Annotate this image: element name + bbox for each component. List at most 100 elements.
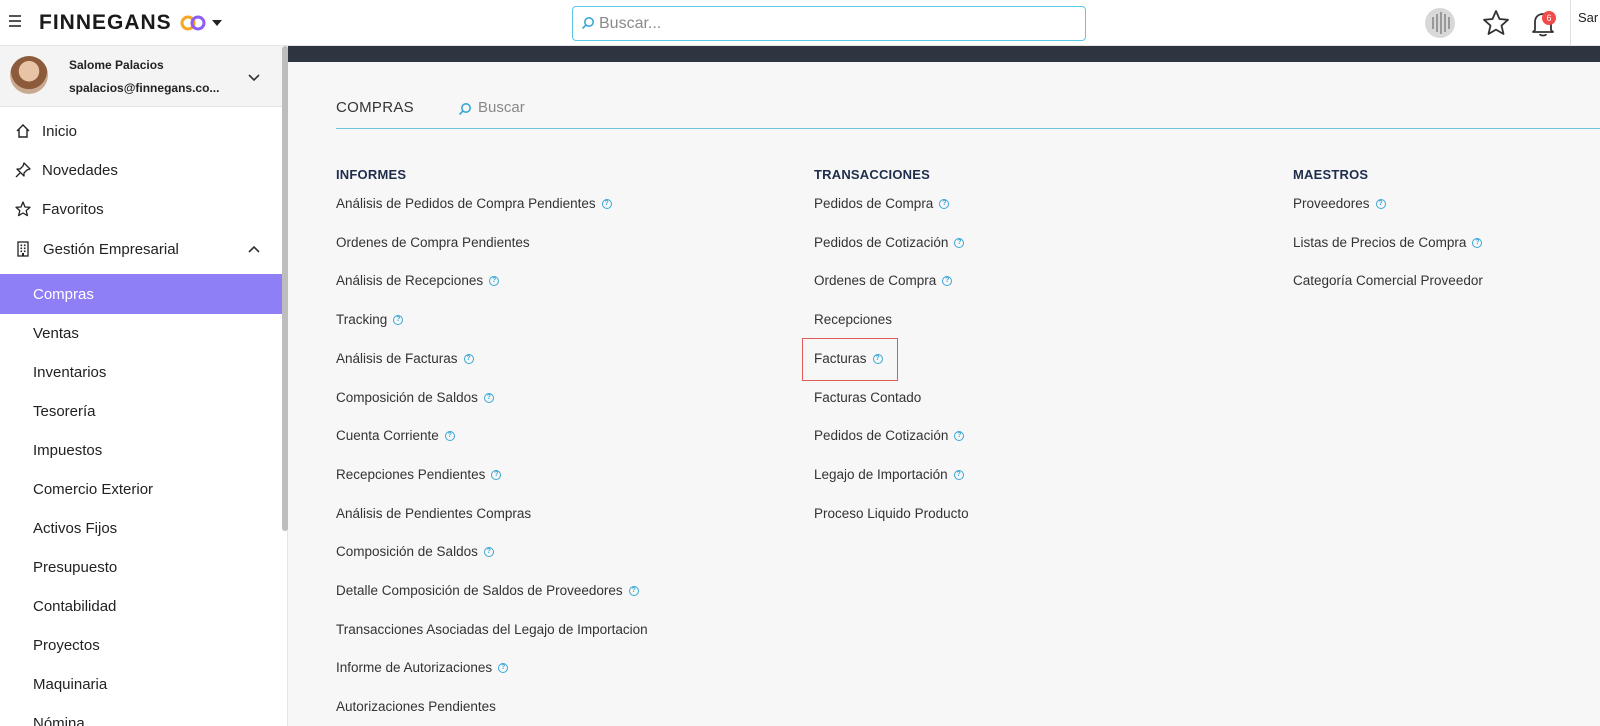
search-icon[interactable]	[458, 102, 472, 116]
transacciones-link[interactable]: Pedidos de Compra?	[814, 196, 950, 211]
sidebar-module-compras[interactable]: Compras	[0, 274, 282, 314]
informes-link[interactable]: Tracking?	[336, 312, 404, 327]
link-label: Facturas Contado	[814, 390, 922, 405]
informes-link[interactable]: Detalle Composición de Saldos de Proveed…	[336, 583, 639, 598]
informes-link[interactable]: Análisis de Pedidos de Compra Pendientes…	[336, 196, 612, 211]
module-label: Proyectos	[33, 636, 100, 654]
sidebar-item-inicio[interactable]: Inicio	[0, 111, 282, 151]
module-label: Comercio Exterior	[33, 480, 154, 498]
transacciones-link[interactable]: Pedidos de Cotización?	[814, 428, 965, 443]
brand-logo[interactable]: FINNEGANS	[39, 11, 172, 35]
hamburger-menu-icon[interactable]	[9, 15, 21, 27]
help-icon[interactable]: ?	[628, 585, 639, 596]
informes-link[interactable]: Análisis de Facturas?	[336, 351, 474, 366]
sidebar-module-impuestos[interactable]: Impuestos	[0, 430, 282, 470]
section-title: COMPRAS	[336, 99, 414, 116]
module-label: Tesorería	[33, 402, 96, 420]
transacciones-link[interactable]: Legajo de Importación?	[814, 467, 964, 482]
link-label: Análisis de Recepciones	[336, 273, 484, 288]
sidebar-module-presupuesto[interactable]: Presupuesto	[0, 547, 282, 587]
module-label: Impuestos	[33, 441, 103, 459]
link-label: Tracking	[336, 312, 388, 327]
help-icon[interactable]: ?	[1472, 237, 1483, 248]
sidebar-module-inventarios[interactable]: Inventarios	[0, 352, 282, 392]
building-icon	[17, 241, 29, 257]
link-label: Pedidos de Cotización	[814, 428, 949, 443]
help-icon[interactable]: ?	[444, 430, 455, 441]
informes-link[interactable]: Análisis de Pendientes Compras	[336, 506, 531, 521]
transacciones-link[interactable]: Pedidos de Cotización?	[814, 235, 965, 250]
help-icon[interactable]: ?	[942, 275, 953, 286]
global-search[interactable]	[572, 6, 1086, 41]
module-label: Nómina	[33, 714, 85, 726]
sidebar-module-comercio-exterior[interactable]: Comercio Exterior	[0, 469, 282, 509]
user-menu-label[interactable]: Sar	[1578, 10, 1598, 25]
maestros-link[interactable]: Listas de Precios de Compra?	[1293, 235, 1483, 250]
informes-link[interactable]: Composición de Saldos?	[336, 390, 494, 405]
help-icon[interactable]: ?	[483, 392, 494, 403]
informes-link[interactable]: Transacciones Asociadas del Legajo de Im…	[336, 622, 648, 637]
help-icon[interactable]: ?	[954, 430, 965, 441]
link-label: Proveedores	[1293, 196, 1370, 211]
column-heading-maestros: MAESTROS	[1293, 167, 1369, 182]
help-icon[interactable]: ?	[953, 469, 964, 480]
favorites-star-icon[interactable]	[1482, 9, 1510, 37]
help-icon[interactable]: ?	[939, 198, 950, 209]
transacciones-link[interactable]: Recepciones	[814, 312, 892, 327]
help-icon[interactable]: ?	[393, 314, 404, 325]
informes-link[interactable]: Autorizaciones Pendientes	[336, 699, 496, 714]
informes-link[interactable]: Recepciones Pendientes?	[336, 467, 502, 482]
header-band	[288, 46, 1600, 62]
informes-link[interactable]: Informe de Autorizaciones?	[336, 660, 509, 675]
maestros-link[interactable]: Proveedores?	[1293, 196, 1386, 211]
link-label: Recepciones Pendientes	[336, 467, 486, 482]
star-icon	[15, 201, 31, 217]
link-label: Pedidos de Compra	[814, 196, 934, 211]
sidebar-item-favoritos[interactable]: Favoritos	[0, 189, 282, 229]
link-label: Ordenes de Compra	[814, 273, 937, 288]
help-icon[interactable]: ?	[1375, 198, 1386, 209]
voice-assistant-icon[interactable]	[1424, 7, 1456, 39]
chevron-up-icon[interactable]	[248, 245, 260, 253]
link-label: Análisis de Pendientes Compras	[336, 506, 532, 521]
link-label: Legajo de Importación	[814, 467, 948, 482]
informes-link[interactable]: Análisis de Recepciones?	[336, 273, 500, 288]
sidebar-item-novedades[interactable]: Novedades	[0, 150, 282, 190]
help-icon[interactable]: ?	[954, 237, 965, 248]
informes-link[interactable]: Composición de Saldos?	[336, 544, 494, 559]
brand-dropdown-caret-icon[interactable]	[212, 20, 222, 26]
sidebar-module-contabilidad[interactable]: Contabilidad	[0, 586, 282, 626]
avatar	[10, 56, 48, 94]
help-icon[interactable]: ?	[491, 469, 502, 480]
transacciones-link[interactable]: Proceso Liquido Producto	[814, 506, 969, 521]
help-icon[interactable]: ?	[483, 546, 494, 557]
transacciones-link[interactable]: Facturas Contado	[814, 390, 921, 405]
maestros-link[interactable]: Categoría Comercial Proveedor	[1293, 273, 1483, 288]
sidebar-module-tesoreria[interactable]: Tesorería	[0, 391, 282, 431]
section-search-input[interactable]: Buscar	[478, 99, 525, 116]
user-profile[interactable]: Salome Palacios spalacios@finnegans.co..…	[0, 46, 282, 107]
link-label: Ordenes de Compra Pendientes	[336, 235, 530, 250]
link-label: Autorizaciones Pendientes	[336, 699, 496, 714]
sidebar-module-maquinaria[interactable]: Maquinaria	[0, 664, 282, 704]
module-label: Compras	[33, 285, 94, 303]
transacciones-link[interactable]: Ordenes de Compra?	[814, 273, 953, 288]
sidebar-item-gestion-empresarial[interactable]: Gestión Empresarial	[0, 229, 282, 269]
sidebar-module-ventas[interactable]: Ventas	[0, 313, 282, 353]
help-icon[interactable]: ?	[498, 662, 509, 673]
help-icon[interactable]: ?	[489, 275, 500, 286]
sidebar-module-nomina[interactable]: Nómina	[0, 703, 282, 726]
help-icon[interactable]: ?	[601, 198, 612, 209]
sidebar-module-proyectos[interactable]: Proyectos	[0, 625, 282, 665]
informes-link[interactable]: Ordenes de Compra Pendientes	[336, 235, 530, 250]
link-label: Listas de Precios de Compra	[1293, 235, 1467, 250]
sidebar-module-activos-fijos[interactable]: Activos Fijos	[0, 508, 282, 548]
module-label: Contabilidad	[33, 597, 117, 615]
chevron-down-icon[interactable]	[248, 74, 260, 82]
link-label: Proceso Liquido Producto	[814, 506, 969, 521]
informes-link[interactable]: Cuenta Corriente?	[336, 428, 455, 443]
global-search-input[interactable]	[599, 11, 1069, 36]
sidebar-item-label: Inicio	[42, 122, 78, 140]
help-icon[interactable]: ?	[463, 353, 474, 364]
sidebar-item-label: Gestión Empresarial	[43, 240, 179, 258]
